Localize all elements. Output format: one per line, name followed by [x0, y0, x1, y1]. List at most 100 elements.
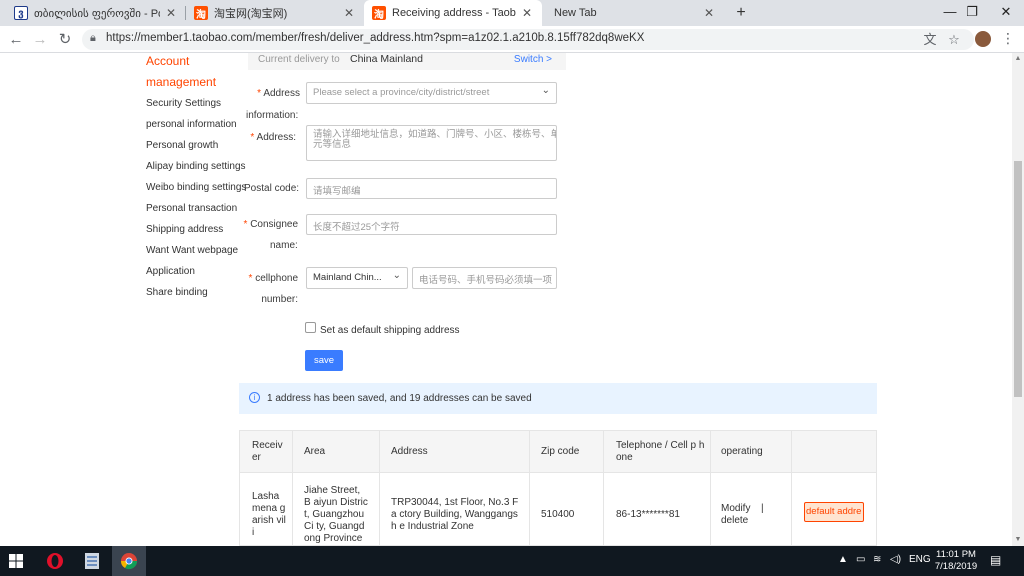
page-content: Account management Security Settings per…: [0, 53, 1012, 546]
sidebar-title: Account: [146, 54, 190, 68]
country-code-select[interactable]: Mainland Chin... ⌄: [306, 267, 408, 289]
header-operating: operating: [721, 446, 763, 457]
postal-input[interactable]: 请填写邮编: [306, 178, 557, 199]
row-phone: 86-13*******81: [616, 509, 680, 520]
info-icon: i: [249, 392, 260, 403]
phone-input[interactable]: 电话号码、手机号码必须填一项: [412, 267, 557, 289]
banner-text: 1 address has been saved, and 19 address…: [267, 393, 532, 404]
address-info-label: * Address: [257, 88, 300, 99]
url-text: https://member1.taobao.com/member/fresh/…: [106, 32, 645, 44]
address-bar[interactable]: 🔒︎ https://member1.taobao.com/member/fre…: [82, 29, 974, 50]
header-zip: Zip code: [541, 446, 580, 457]
scrollbar-thumb[interactable]: [1014, 161, 1022, 397]
address-info-label-2: information:: [246, 110, 299, 121]
consignee-input[interactable]: 长度不超过25个字符: [306, 214, 557, 235]
forward-arrow-icon[interactable]: →: [30, 30, 50, 50]
save-button[interactable]: save: [305, 350, 343, 371]
browser-toolbar: ← → ↻ 🔒︎ https://member1.taobao.com/memb…: [0, 26, 1024, 53]
default-address-checkbox[interactable]: [305, 322, 316, 333]
sidebar-item-weibo[interactable]: Weibo binding settings: [146, 182, 246, 193]
set-default-address-button[interactable]: default addre: [804, 502, 864, 522]
header-phone: Telephone / Cell p hone: [616, 440, 705, 463]
opera-icon[interactable]: [46, 552, 64, 570]
row-receiver: Lasha mena garish vili: [252, 491, 286, 538]
default-address-label: Set as default shipping address: [320, 325, 460, 336]
tab-3-active[interactable]: 淘 Receiving address - Taobao ✕: [364, 0, 542, 26]
windows-taskbar: ▲ ▭ ≋ ◁) ENG 11:01 PM 7/18/2019 ▤: [0, 546, 1024, 576]
file-icon[interactable]: [84, 552, 100, 570]
row-address: TRP30044, 1st Floor, No.3 Fa ctory Build…: [391, 497, 519, 532]
battery-icon[interactable]: ▭: [856, 554, 865, 565]
header-address: Address: [391, 446, 428, 457]
clock-date: 7/18/2019: [934, 561, 978, 572]
sidebar-item-wangwang[interactable]: Want Want webpage: [146, 245, 238, 256]
clock-time: 11:01 PM: [936, 549, 976, 560]
wifi-icon[interactable]: ≋: [873, 554, 881, 565]
new-tab-button[interactable]: +: [732, 4, 750, 22]
translate-icon[interactable]: 文: [920, 30, 940, 50]
page-scrollbar[interactable]: ▲ ▼: [1012, 53, 1024, 546]
chevron-down-icon: ⌄: [392, 270, 401, 281]
delivery-region-bar: Current delivery to China Mainland Switc…: [248, 53, 566, 70]
address-count-banner: i 1 address has been saved, and 19 addre…: [239, 383, 877, 414]
delete-link[interactable]: delete: [721, 515, 748, 527]
address-label: * Address:: [250, 132, 296, 143]
sidebar-item-shipping[interactable]: Shipping address: [146, 224, 223, 235]
sidebar-item-application[interactable]: Application: [146, 266, 195, 277]
tray-chevron-icon[interactable]: ▲: [838, 554, 848, 565]
taobao-favicon-icon: 淘: [372, 6, 386, 21]
scroll-up-icon[interactable]: ▲: [1012, 53, 1024, 65]
tab-4[interactable]: New Tab ✕: [546, 0, 724, 26]
sidebar-title-2: management: [146, 75, 217, 89]
volume-icon[interactable]: ◁): [890, 554, 901, 565]
notification-icon[interactable]: ▤: [990, 553, 1001, 567]
row-zip: 510400: [541, 509, 575, 520]
language-indicator[interactable]: ENG: [909, 554, 931, 565]
lock-icon: 🔒︎: [90, 32, 96, 44]
taobao-favicon-icon: 淘: [194, 6, 208, 21]
postal-label: Postal code:: [244, 183, 300, 194]
sidebar-item-transaction[interactable]: Personal transaction: [146, 203, 237, 214]
header-receiver: Receiv er: [252, 440, 283, 463]
tab-1[interactable]: ვ თბილისის ფეროვში - Powere ✕: [6, 0, 186, 26]
sidebar-item-growth[interactable]: Personal growth: [146, 140, 218, 151]
modify-link[interactable]: Modify: [721, 503, 750, 515]
consignee-label-2: name:: [270, 240, 298, 251]
menu-kebab-icon[interactable]: ⋮: [1000, 30, 1016, 50]
close-tab-icon[interactable]: ✕: [164, 6, 178, 20]
chrome-icon[interactable]: [120, 552, 138, 570]
delivery-label: Current delivery to: [258, 54, 340, 65]
sidebar-item-personal-info[interactable]: personal information: [146, 119, 237, 130]
header-area: Area: [304, 446, 326, 457]
action-separator: |: [761, 503, 764, 514]
profile-avatar[interactable]: [975, 31, 991, 47]
address-table: Receiv er Area Address Zip code Telephon…: [239, 430, 877, 546]
tab-strip: ვ თბილისის ფეროვში - Powere ✕ 淘 淘宝网(淘宝网)…: [0, 0, 1024, 26]
windows-start-icon[interactable]: [9, 554, 23, 568]
chevron-down-icon: ⌄: [541, 85, 550, 96]
sidebar-item-share[interactable]: Share binding: [146, 287, 208, 298]
close-window-icon[interactable]: ✕: [986, 0, 1024, 26]
close-tab-icon[interactable]: ✕: [520, 6, 534, 20]
clock[interactable]: 11:01 PM 7/18/2019: [930, 549, 982, 573]
tab-title: თბილისის ფეროვში - Powere: [34, 7, 160, 20]
bookmark-star-icon[interactable]: ☆: [944, 30, 964, 50]
scroll-down-icon[interactable]: ▼: [1012, 534, 1024, 546]
close-tab-icon[interactable]: ✕: [342, 6, 356, 20]
tab-2[interactable]: 淘 淘宝网(淘宝网) ✕: [186, 0, 364, 26]
tab-title: New Tab: [554, 7, 597, 19]
row-area: Jiahe Street, B aiyun District, Guangzho…: [304, 485, 368, 544]
cellphone-label-2: number:: [261, 294, 298, 305]
switch-region-link[interactable]: Switch >: [514, 54, 552, 65]
reload-icon[interactable]: ↻: [55, 30, 75, 50]
back-arrow-icon[interactable]: ←: [6, 30, 26, 50]
tab-favicon-icon: ვ: [14, 6, 28, 20]
delivery-value: China Mainland: [350, 53, 423, 65]
tab-title: 淘宝网(淘宝网): [214, 8, 288, 20]
address-textarea[interactable]: 请输入详细地址信息，如道路、门牌号、小区、楼栋号、单 元等信息: [306, 125, 557, 161]
sidebar-item-alipay[interactable]: Alipay binding settings: [146, 161, 246, 172]
close-tab-icon[interactable]: ✕: [702, 6, 716, 20]
region-select[interactable]: Please select a province/city/district/s…: [306, 82, 557, 104]
sidebar-item-security[interactable]: Security Settings: [146, 98, 221, 109]
consignee-label: * Consignee: [243, 219, 299, 230]
